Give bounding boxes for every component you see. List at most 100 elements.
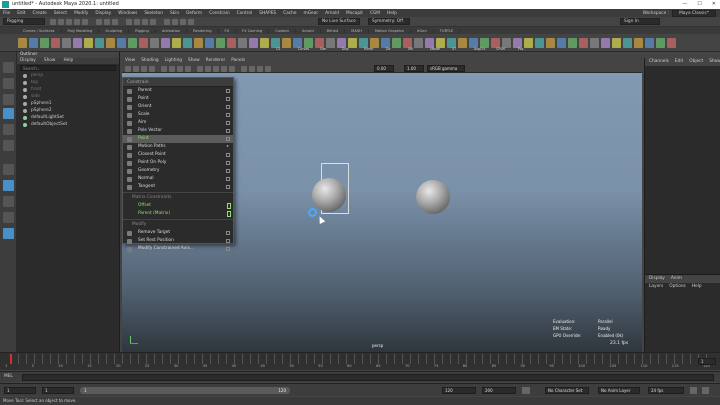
- shelf-tool-icon[interactable]: [601, 38, 610, 48]
- persp-view-icon[interactable]: [3, 180, 14, 191]
- outliner-item[interactable]: front: [17, 86, 119, 93]
- auto-key-icon[interactable]: [522, 387, 530, 394]
- shelf-tool-icon[interactable]: [524, 38, 533, 48]
- shelf-tool-icon[interactable]: [546, 38, 555, 48]
- anim-layer-dropdown[interactable]: No Anim Layer: [598, 387, 640, 394]
- current-frame-field[interactable]: 1: [698, 358, 716, 365]
- menu-arnold[interactable]: Arnold: [325, 11, 339, 16]
- shelf-tool-icon[interactable]: [623, 38, 632, 48]
- shelf-tool-icon[interactable]: [348, 38, 357, 48]
- shelf-tool-icon[interactable]: [645, 38, 654, 48]
- rotate-tool-icon[interactable]: [3, 124, 14, 135]
- shelf-tool-icon[interactable]: [161, 38, 170, 48]
- camera-select-icon[interactable]: [125, 66, 131, 72]
- menu-deform[interactable]: Deform: [186, 11, 202, 16]
- render-icon[interactable]: [172, 19, 178, 25]
- shelf-tab[interactable]: Poly Modeling: [62, 28, 100, 33]
- maximize-button[interactable]: ☐: [697, 0, 701, 9]
- option-box-icon[interactable]: [226, 113, 230, 117]
- constrain-menu-item[interactable]: Motion Paths ▸: [123, 143, 233, 151]
- shelf-tab[interactable]: TURTLE: [434, 28, 461, 33]
- select-tool-icon[interactable]: [3, 62, 14, 73]
- current-time-marker[interactable]: [10, 354, 12, 364]
- snap-grid-icon[interactable]: [126, 19, 132, 25]
- menu-shapes[interactable]: SHAPES: [259, 11, 276, 16]
- new-scene-icon[interactable]: [50, 19, 56, 25]
- menu-file[interactable]: File: [3, 11, 10, 16]
- dof-icon[interactable]: [265, 66, 271, 72]
- textured-icon[interactable]: [213, 66, 219, 72]
- anim-end-field[interactable]: 200: [482, 387, 516, 394]
- option-box-icon[interactable]: [226, 247, 230, 251]
- constrain-menu-item[interactable]: Point On Poly: [123, 159, 233, 167]
- camera-lock-icon[interactable]: [133, 66, 139, 72]
- menu-cache[interactable]: Cache: [283, 11, 296, 16]
- shelf-tab[interactable]: Rigging: [129, 28, 156, 33]
- preferences-icon[interactable]: [702, 387, 709, 394]
- ao-icon[interactable]: [249, 66, 255, 72]
- channel-box-menu-item[interactable]: Show: [709, 58, 720, 66]
- menu-control[interactable]: Control: [237, 11, 253, 16]
- snap-view-icon[interactable]: [150, 19, 156, 25]
- shelf-tool-icon[interactable]: [590, 38, 599, 48]
- open-scene-icon[interactable]: [58, 19, 64, 25]
- option-box-icon[interactable]: [226, 177, 230, 181]
- shelf-tool-icon[interactable]: [172, 38, 181, 48]
- constrain-menu-item[interactable]: Scale: [123, 111, 233, 119]
- shelf-tool-icon[interactable]: [205, 38, 214, 48]
- layer-tab[interactable]: Display: [649, 275, 665, 283]
- move-manipulator-icon[interactable]: [308, 208, 317, 217]
- menu-display[interactable]: Display: [95, 11, 111, 16]
- option-box-icon[interactable]: [226, 153, 230, 157]
- mel-input[interactable]: [22, 374, 714, 381]
- render-settings-icon[interactable]: [188, 19, 194, 25]
- shelf-tab[interactable]: Curves / Surfaces: [17, 28, 62, 33]
- shelf-tool-icon[interactable]: [117, 38, 126, 48]
- shelf-tab[interactable]: Sculpting: [99, 28, 130, 33]
- character-set-dropdown[interactable]: No Character Set: [545, 387, 589, 394]
- shelf-tool-icon[interactable]: [51, 38, 60, 48]
- shadows-icon[interactable]: [229, 66, 235, 72]
- menu-edit[interactable]: Edit: [17, 11, 25, 16]
- workspace-dropdown[interactable]: Maya Classic*: [672, 9, 716, 17]
- outliner-menu-item[interactable]: Display: [20, 58, 36, 64]
- shelf-tool-icon[interactable]: [84, 38, 93, 48]
- shelf-tool-icon[interactable]: [139, 38, 148, 48]
- option-box-icon[interactable]: [226, 185, 230, 189]
- shelf-tool-icon[interactable]: [392, 38, 401, 48]
- select-component-icon[interactable]: [112, 19, 118, 25]
- undo-icon[interactable]: [74, 19, 80, 25]
- constrain-menu-item[interactable]: Aim: [123, 119, 233, 127]
- shelf-tool-icon[interactable]: [95, 38, 104, 48]
- constrain-menu-item[interactable]: Point: [123, 95, 233, 103]
- option-box-icon[interactable]: [226, 169, 230, 173]
- save-scene-icon[interactable]: [66, 19, 72, 25]
- menu-select[interactable]: Select: [54, 11, 67, 16]
- constrain-menu-item[interactable]: Parent (Matrix): [123, 210, 233, 218]
- resolution-gate-icon[interactable]: [177, 66, 183, 72]
- scale-tool-icon[interactable]: [3, 140, 14, 151]
- option-box-icon[interactable]: [226, 129, 230, 133]
- psphere1-mesh[interactable]: [312, 178, 346, 212]
- snap-point-icon[interactable]: [142, 19, 148, 25]
- shelf-tool-icon[interactable]: [535, 38, 544, 48]
- shelf-tool-icon[interactable]: [579, 38, 588, 48]
- option-box-icon[interactable]: [226, 231, 230, 235]
- single-view-icon[interactable]: [3, 164, 14, 175]
- layer-menu-item[interactable]: Help: [692, 283, 702, 291]
- shelf-tool-icon[interactable]: [227, 38, 236, 48]
- constrain-menu-item[interactable]: Parent: [123, 87, 233, 95]
- constrain-menu-item[interactable]: Offset: [123, 202, 233, 210]
- shelf-tool-icon[interactable]: [238, 38, 247, 48]
- signin-dropdown[interactable]: Sign In: [620, 18, 660, 25]
- paint-select-tool-icon[interactable]: [3, 94, 14, 105]
- shelf-tool-icon[interactable]: [260, 38, 269, 48]
- wireframe-icon[interactable]: [197, 66, 203, 72]
- menu-skin[interactable]: Skin: [170, 11, 179, 16]
- live-surface-dropdown[interactable]: No Live Surface: [318, 18, 360, 25]
- lasso-tool-icon[interactable]: [3, 78, 14, 89]
- shelf-tab[interactable]: FX: [219, 28, 237, 33]
- history-icon[interactable]: [164, 19, 170, 25]
- shelf-tab[interactable]: Animation: [156, 28, 188, 33]
- outliner-menu-item[interactable]: Show: [44, 58, 56, 64]
